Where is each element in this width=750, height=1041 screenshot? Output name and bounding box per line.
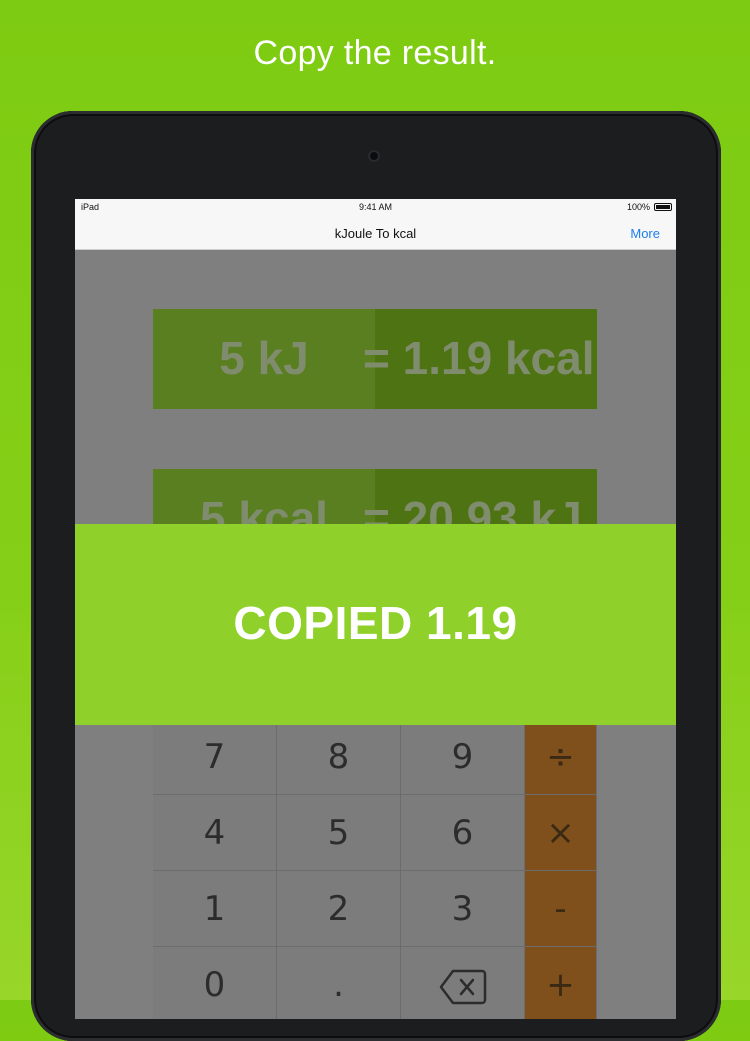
battery-icon: [654, 203, 672, 211]
key-9[interactable]: 9: [401, 719, 525, 795]
battery-percent: 100%: [626, 202, 650, 212]
backspace-key[interactable]: [401, 947, 525, 1019]
key-5[interactable]: 5: [277, 795, 401, 871]
more-button[interactable]: More: [630, 226, 660, 241]
key-decimal[interactable]: .: [277, 947, 401, 1019]
input-value: 5: [219, 332, 245, 384]
result-expression: = 1.19 kcal: [363, 331, 613, 385]
key-2[interactable]: 2: [277, 871, 401, 947]
key-multiply[interactable]: ×: [525, 795, 597, 871]
key-7[interactable]: 7: [153, 719, 277, 795]
copied-toast: COPIED 1.19: [75, 524, 676, 725]
key-3[interactable]: 3: [401, 871, 525, 947]
toast-message: COPIED 1.19: [233, 597, 518, 649]
clock: 9:41 AM: [358, 202, 393, 212]
key-1[interactable]: 1: [153, 871, 277, 947]
key-8[interactable]: 8: [277, 719, 401, 795]
status-bar: iPad 9:41 AM 100%: [75, 199, 676, 217]
key-6[interactable]: 6: [401, 795, 525, 871]
result-unit: kcal: [504, 332, 595, 384]
key-minus[interactable]: -: [525, 871, 597, 947]
input-expression: 5 kJ: [153, 331, 375, 385]
front-camera: [368, 150, 380, 162]
navigation-bar: kJoule To kcal More: [75, 217, 676, 250]
result-value: = 1.19: [363, 332, 493, 384]
key-plus[interactable]: +: [525, 947, 597, 1019]
conversion-row-kj-to-kcal[interactable]: 5 kJ = 1.19 kcal: [153, 309, 597, 409]
key-0[interactable]: 0: [153, 947, 277, 1019]
nav-title: kJoule To kcal: [334, 226, 417, 241]
headline: Copy the result.: [253, 34, 497, 72]
key-4[interactable]: 4: [153, 795, 277, 871]
ipad-screen: iPad 9:41 AM 100% kJoule To kcal More 5 …: [75, 199, 676, 1019]
input-unit: kJ: [257, 332, 309, 384]
key-divide[interactable]: ÷: [525, 719, 597, 795]
